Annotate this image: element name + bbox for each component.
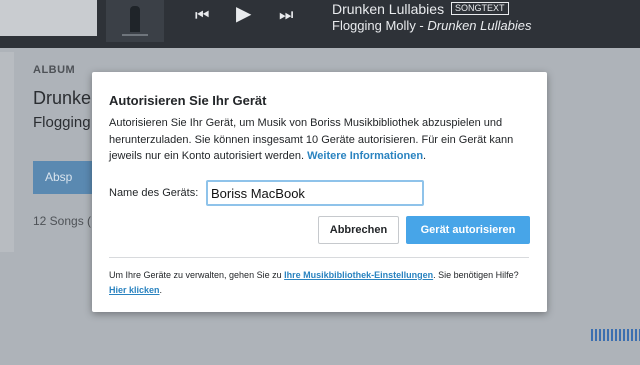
play-icon[interactable]: ▶: [236, 4, 251, 24]
footer-text-help: . Sie benötigen Hilfe?: [433, 270, 519, 280]
library-settings-link[interactable]: Ihre Musikbibliothek-Einstellungen: [284, 270, 433, 280]
album-title: Drunken: [33, 88, 102, 108]
dialog-footer: Um Ihre Geräte zu verwalten, gehen Sie z…: [109, 268, 533, 298]
dialog-description: Autorisieren Sie Ihr Gerät, um Musik von…: [109, 115, 533, 165]
more-info-link[interactable]: Weitere Informationen: [307, 150, 423, 162]
page-card-edge: [0, 52, 14, 252]
album-type-label: ALBUM: [33, 64, 76, 76]
description-end: .: [423, 150, 427, 162]
player-left-panel: [0, 0, 97, 36]
now-playing-artist[interactable]: Flogging Molly -: [332, 18, 424, 33]
now-playing-title[interactable]: Drunken Lullabies: [332, 1, 444, 17]
authorize-device-dialog: Autorisieren Sie Ihr Gerät Autorisieren …: [92, 72, 547, 312]
song-count: 12 Songs (: [33, 214, 92, 228]
now-playing-album[interactable]: Drunken Lullabies: [427, 18, 531, 33]
device-name-input[interactable]: [206, 180, 424, 206]
authorize-device-button[interactable]: Gerät autorisieren: [406, 216, 530, 244]
dialog-title: Autorisieren Sie Ihr Gerät: [109, 93, 267, 108]
lyrics-badge[interactable]: SONGTEXT: [451, 2, 509, 15]
album-art-figure: [130, 6, 140, 32]
now-playing-artist-line: Flogging Molly - Drunken Lullabies: [332, 18, 531, 33]
device-name-label: Name des Geräts:: [109, 187, 199, 199]
footer-text-end: .: [159, 285, 163, 295]
previous-track-icon[interactable]: ⏮: [195, 6, 209, 26]
cancel-button[interactable]: Abbrechen: [318, 216, 399, 244]
help-link[interactable]: Hier klicken: [109, 285, 160, 295]
album-art-thumbnail[interactable]: [106, 0, 164, 42]
next-track-icon[interactable]: ⏭: [279, 6, 293, 26]
album-art-caption: [122, 34, 148, 36]
play-album-label: Absp: [45, 170, 73, 184]
player-bar: ⏮ ▶ ⏭ Drunken Lullabies SONGTEXT Floggin…: [0, 0, 640, 48]
equalizer-bars: [591, 329, 640, 341]
album-artist[interactable]: Flogging: [33, 114, 91, 131]
dialog-divider: [109, 257, 529, 258]
footer-text-manage: Um Ihre Geräte zu verwalten, gehen Sie z…: [109, 270, 282, 280]
